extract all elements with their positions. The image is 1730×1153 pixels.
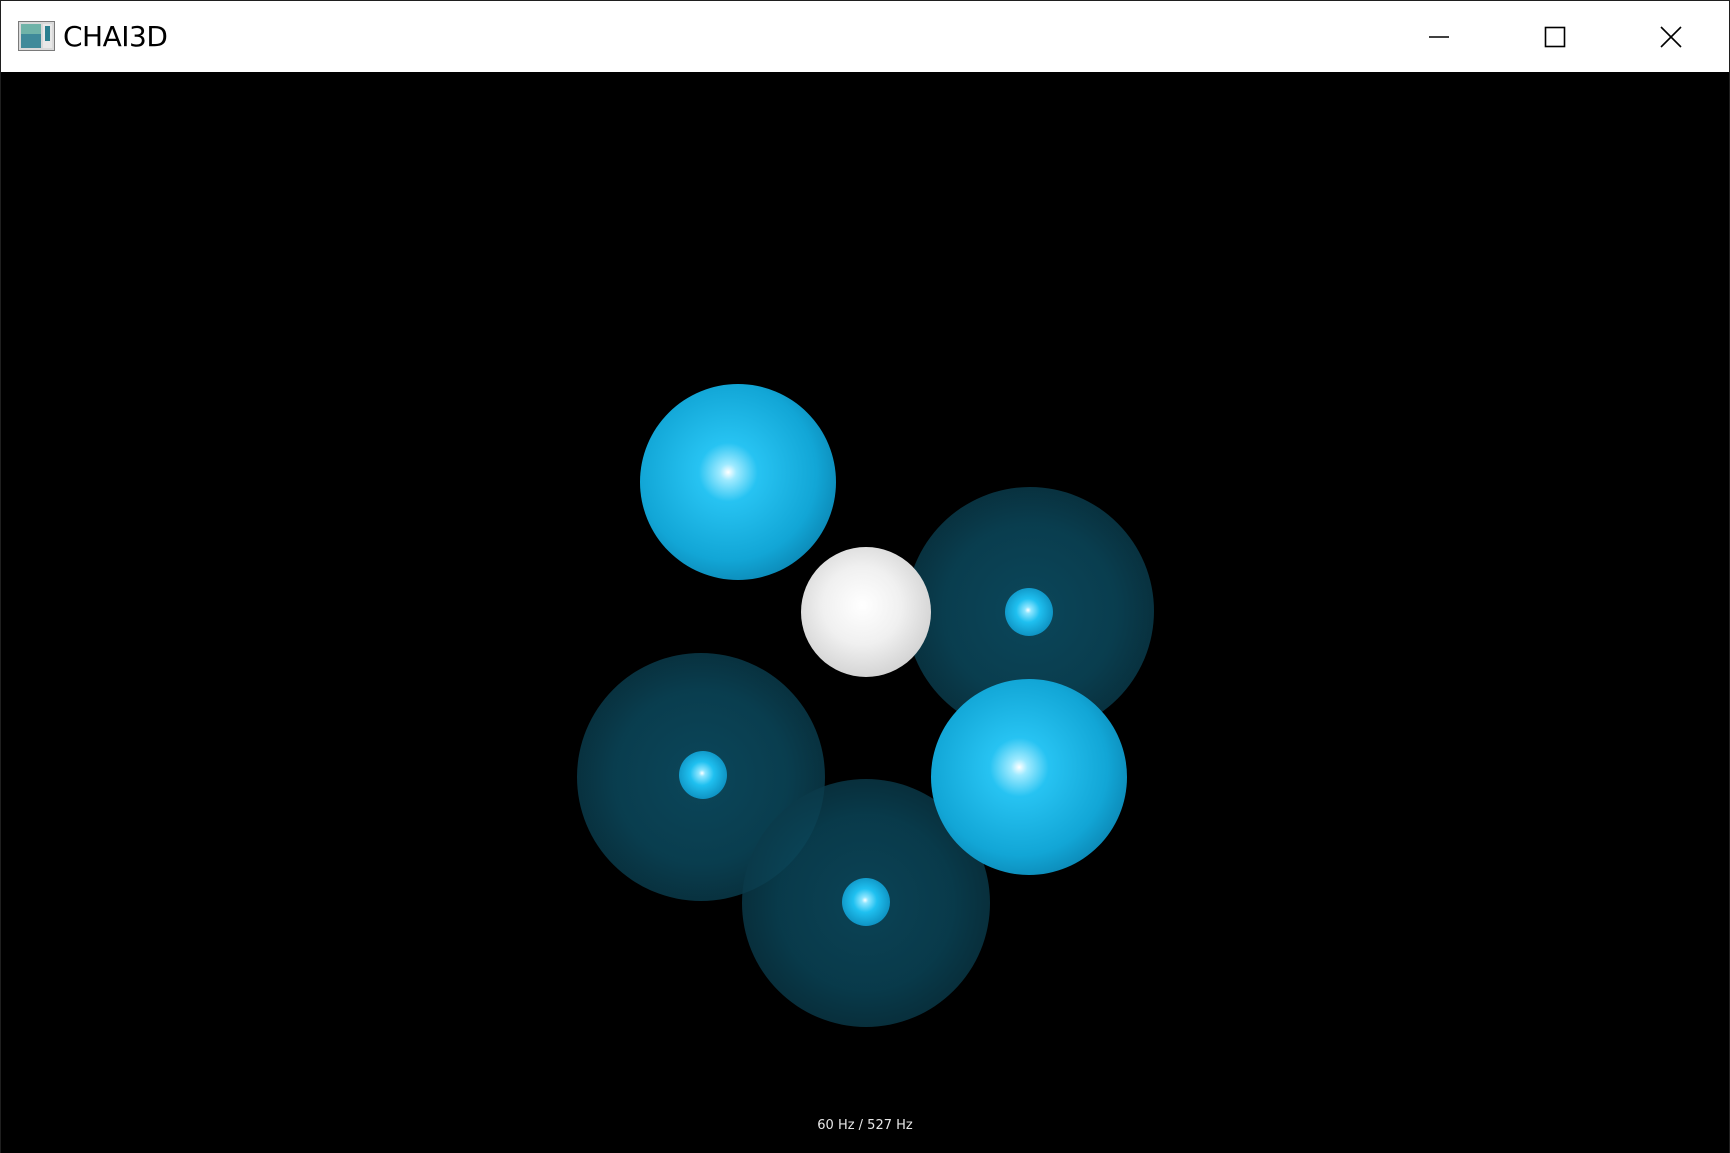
app-icon <box>18 21 55 51</box>
sphere-cursor-white[interactable] <box>801 547 931 677</box>
render-viewport[interactable]: 60 Hz / 527 Hz <box>1 72 1729 1153</box>
haptic-rate-label: 60 Hz / 527 Hz <box>817 1118 913 1133</box>
sphere-inner-left <box>679 751 727 799</box>
maximize-button[interactable] <box>1497 1 1613 72</box>
maximize-icon <box>1544 26 1566 47</box>
sphere-solid-right[interactable] <box>931 679 1127 875</box>
sphere-inner-bottom <box>842 878 890 926</box>
sphere-solid-top[interactable] <box>640 384 836 580</box>
app-window: CHAI3D 60 Hz / 527 Hz <box>0 0 1730 1153</box>
window-title: CHAI3D <box>63 20 168 53</box>
close-icon <box>1660 25 1682 48</box>
minimize-button[interactable] <box>1381 1 1497 72</box>
scene-canvas[interactable] <box>1 72 1729 1153</box>
close-button[interactable] <box>1613 1 1729 72</box>
minimize-icon <box>1429 35 1449 38</box>
sphere-inner-right <box>1005 588 1053 636</box>
title-bar[interactable]: CHAI3D <box>1 1 1729 72</box>
